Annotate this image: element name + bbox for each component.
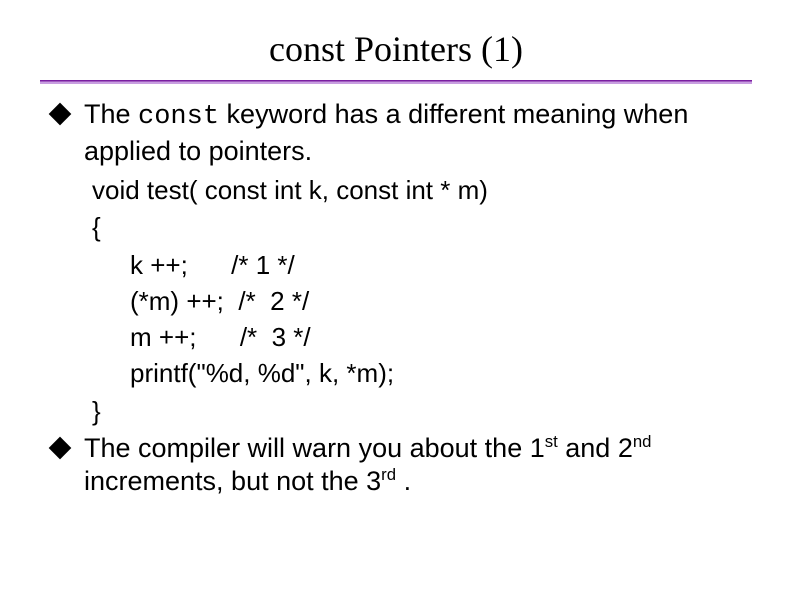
bullet-item-1: The const keyword has a different meanin… [50, 98, 752, 169]
bullet2-sup2: nd [633, 432, 652, 451]
code-open-brace: { [50, 210, 752, 246]
bullet2-p3: increments, but not the 3 [84, 466, 381, 496]
code-line-3: m ++; /* 3 */ [50, 320, 752, 356]
bullet2-sup3: rd [381, 465, 396, 484]
diamond-bullet-icon [49, 436, 72, 459]
slide-title: const Pointers (1) [0, 0, 792, 80]
bullet2-sup1: st [545, 432, 558, 451]
bullet2-p4: . [396, 466, 411, 496]
code-signature: void test( const int k, const int * m) [50, 173, 752, 209]
content-area: The const keyword has a different meanin… [0, 92, 792, 499]
bullet1-keyword: const [138, 102, 219, 132]
code-line-2: (*m) ++; /* 2 */ [50, 284, 752, 320]
bullet2-p2: and 2 [558, 433, 633, 463]
bullet-item-2: The compiler will warn you about the 1st… [50, 432, 752, 500]
code-line-1: k ++; /* 1 */ [50, 248, 752, 284]
diamond-bullet-icon [49, 103, 72, 126]
code-line-4: printf("%d, %d", k, *m); [50, 356, 752, 392]
title-divider [40, 80, 752, 84]
slide: const Pointers (1) The const keyword has… [0, 0, 792, 612]
bullet2-p1: The compiler will warn you about the 1 [84, 433, 545, 463]
bullet1-text-pre: The [84, 99, 138, 129]
code-close-brace: } [50, 394, 752, 430]
